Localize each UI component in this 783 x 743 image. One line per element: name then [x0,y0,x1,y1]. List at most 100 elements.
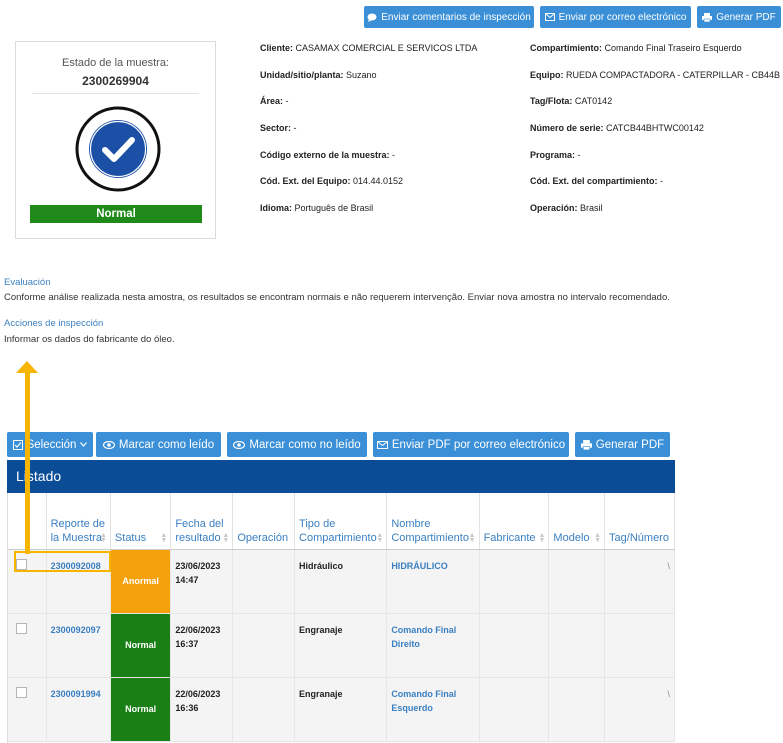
selection-dropdown-button[interactable]: Selección [7,432,93,457]
inspection-actions-text: Informar os dados do fabricante do óleo. [4,334,175,345]
column-header-tag[interactable]: Tag/Número [604,493,675,550]
sort-icon: ▲ ▼ [376,531,384,544]
row-checkbox[interactable] [16,622,27,634]
mark-read-label: Marcar como leído [118,438,215,451]
detail-equipment-code: Cód. Ext. del Equipo: 014.44.0152 [260,176,404,186]
sort-icon: ▲ ▼ [594,531,602,544]
row-select-cell [8,677,47,742]
column-header-status[interactable]: Status ▲ ▼ [110,493,172,550]
detail-external-sample-code: Código externo de la muestra: - [260,150,396,160]
compartment-type: Hidráulico [294,549,388,614]
detail-site: Unidad/sitio/planta: Suzano [260,70,377,80]
column-header-model[interactable]: Modelo ▲ ▼ [548,493,606,550]
status-cell: Normal [110,613,172,678]
operation-cell [232,549,296,614]
sort-icon: ▲ ▼ [160,531,168,544]
tag-cell: \ [604,677,675,742]
sample-id: 2300269904 [82,74,149,88]
column-header-manufacturer[interactable]: Fabricante ▲ ▼ [479,493,550,550]
sample-status-title: Estado de la muestra: [61,57,169,69]
table-row: 2300091994 Normal 22/06/2023 16:36 Engra… [8,677,675,742]
evaluation-label: Evaluación [4,277,51,288]
column-header-report[interactable]: Reporte de la Muestra ▲ ▼ [46,493,111,550]
evaluation-text: Conforme análise realizada nesta amostra… [4,292,670,303]
annotation-highlight-box [14,551,111,572]
manufacturer-cell [479,613,550,678]
sort-icon: ▲ ▼ [222,531,230,544]
checkbox-icon [12,439,23,450]
column-header-compartment-name[interactable]: Nombre Compartimiento ▲ ▼ [386,493,480,550]
table-row: 2300092097 Normal 22/06/2023 16:37 Engra… [8,613,675,678]
annotation-arrow-shaft [25,372,30,554]
send-pdf-email-label: Enviar PDF por correo electrónico [391,438,566,451]
detail-equipment: Equipo: RUEDA COMPACTADORA - CATERPILLAR… [530,70,781,80]
detail-compartment-code: Cód. Ext. del compartimiento: - [530,176,664,186]
detail-serial-number: Número de serie: CATCB44BHTWC00142 [530,123,704,133]
annotation-arrow-head [16,361,38,373]
envelope-icon [376,440,388,449]
mark-unread-button[interactable]: Marcar como no leído [227,432,367,457]
row-checkbox[interactable] [16,686,27,698]
status-cell: Anormal [110,549,172,614]
envelope-icon [544,13,555,21]
send-pdf-email-button[interactable]: Enviar PDF por correo electrónico [373,432,569,457]
mark-unread-label: Marcar como no leído [249,438,361,451]
generate-pdf-top-button[interactable]: Generar PDF [697,6,781,28]
result-date: 22/06/2023 16:37 [170,613,234,678]
eye-icon [102,440,115,449]
detail-program: Programa: - [530,150,581,160]
detail-tag-fleet: Tag/Flota: CAT0142 [530,96,613,106]
mark-read-button[interactable]: Marcar como leído [96,432,221,457]
model-cell [548,549,606,614]
operation-cell [232,677,296,742]
result-date: 23/06/2023 14:47 [170,549,234,614]
report-link[interactable]: 2300091994 [46,677,111,742]
send-email-button[interactable]: Enviar por correo electrónico [540,6,691,28]
compartment-name-link[interactable]: HIDRÁULICO [386,549,480,614]
listing-title: Listado [7,460,675,493]
send-email-label: Enviar por correo electrónico [558,11,687,23]
manufacturer-cell [479,549,550,614]
sort-icon: ▲ ▼ [468,531,476,544]
send-comments-button[interactable]: Enviar comentarios de inspección [364,6,534,28]
column-header-operation[interactable]: Operación [232,493,296,550]
sample-status-card: Estado de la muestra: 2300269904 Normal [15,41,216,239]
compartment-type: Engranaje [294,613,388,678]
compartment-name-link[interactable]: Comando Final Direito [386,613,480,678]
model-cell [548,677,606,742]
tag-cell: \ [604,549,675,614]
table-header-row: Reporte de la Muestra ▲ ▼ Status ▲ ▼ Fecha d… [8,493,675,550]
chevron-down-icon [80,442,88,447]
detail-sector: Sector: - [260,123,297,133]
column-header-compartment-type[interactable]: Tipo de Compartimiento ▲ ▼ [294,493,388,550]
send-comments-label: Enviar comentarios de inspección [381,11,531,23]
detail-operation: Operación: Brasil [530,203,603,213]
inspection-actions-label: Acciones de inspección [4,318,104,329]
compartment-type: Engranaje [294,677,388,742]
operation-cell [232,613,296,678]
compartment-name-link[interactable]: Comando Final Esquerdo [386,677,480,742]
sort-icon: ▲ ▼ [538,531,546,544]
report-link[interactable]: 2300092097 [46,613,111,678]
status-divider [32,93,199,94]
selection-label: Selección [26,438,77,451]
listing-table: Reporte de la Muestra ▲ ▼ Status ▲ ▼ Fecha d… [8,493,675,742]
check-circle-icon [75,106,161,197]
result-date: 22/06/2023 16:36 [170,677,234,742]
manufacturer-cell [479,677,550,742]
row-select-cell [8,613,47,678]
sort-icon: ▲ ▼ [99,531,107,544]
printer-icon [702,12,713,22]
tag-cell [604,613,675,678]
generate-pdf-list-button[interactable]: Generar PDF [575,432,670,457]
detail-compartment: Compartimiento: Comando Final Traseiro E… [530,43,742,53]
column-header-date[interactable]: Fecha del resultado ▲ ▼ [170,493,234,550]
status-badge: Normal [30,205,202,223]
comment-icon [367,13,377,22]
printer-icon [580,439,592,450]
detail-language: Idioma: Português de Brasil [260,203,374,213]
detail-client: Cliente: CASAMAX COMERCIAL E SERVICOS LT… [260,43,478,53]
detail-area: Área: - [260,96,289,106]
status-cell: Normal [110,677,172,742]
listing-table-container: Reporte de la Muestra ▲ ▼ Status ▲ ▼ Fecha d… [7,493,675,743]
